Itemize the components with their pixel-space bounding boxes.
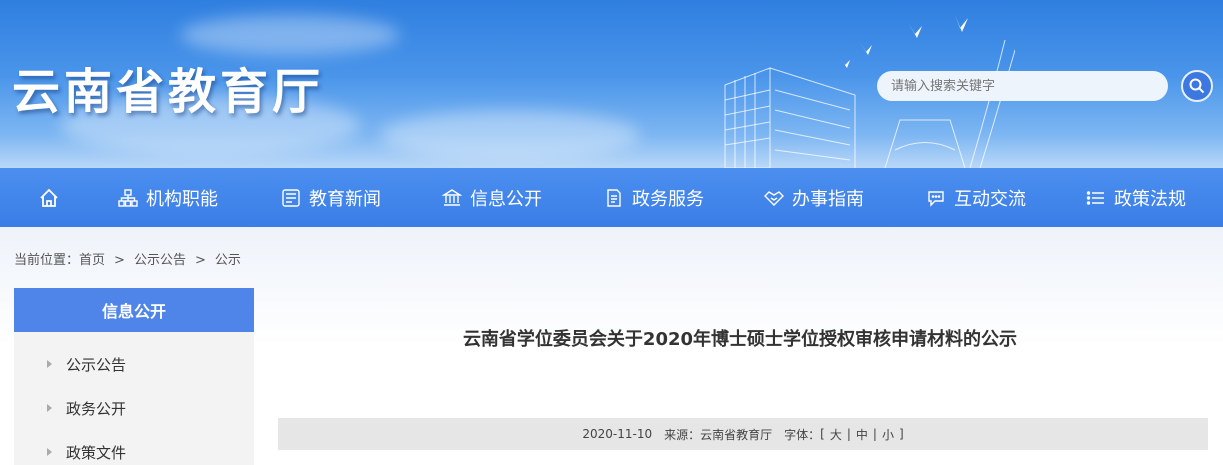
sidebar-menu: 公示公告 政务公开 政策文件 — [14, 332, 254, 465]
breadcrumb-current[interactable]: 公示 — [215, 253, 241, 268]
news-icon — [282, 188, 300, 207]
nav-item-service[interactable]: 政务服务 — [604, 168, 704, 227]
header-banner: 云南省教育厅 — [0, 0, 1223, 168]
search-button[interactable] — [1181, 70, 1213, 102]
article-title: 云南省学位委员会关于2020年博士硕士学位授权审核申请材料的公示 — [462, 329, 1018, 350]
search-icon — [1189, 78, 1205, 94]
source-label: 来源： — [664, 427, 701, 442]
nav-item-policy[interactable]: 政策法规 — [1086, 168, 1186, 227]
nav-item-label: 教育新闻 — [309, 188, 381, 210]
nav-item-label: 互动交流 — [954, 188, 1026, 210]
sidebar-item-label: 政策文件 — [66, 443, 127, 462]
chat-icon — [928, 190, 944, 207]
nav-item-label: 机构职能 — [146, 188, 218, 210]
main-nav: 机构职能 教育新闻 信息公开 政务服务 办事指南 互动交流 政策法规 — [0, 168, 1223, 227]
breadcrumb-separator: > — [114, 253, 125, 268]
cloud-decoration — [380, 110, 640, 160]
breadcrumb-notices[interactable]: 公示公告 — [134, 253, 186, 268]
search-input[interactable] — [877, 71, 1168, 101]
nav-item-org[interactable]: 机构职能 — [118, 168, 218, 227]
font-medium-button[interactable]: 中 — [851, 426, 873, 443]
caret-right-icon — [47, 404, 52, 412]
handshake-icon — [764, 190, 784, 206]
nav-item-info[interactable]: 信息公开 — [442, 168, 542, 227]
breadcrumb-separator: > — [194, 253, 206, 268]
sidebar-item-policy-docs[interactable]: 政策文件 — [14, 432, 254, 465]
nav-item-news[interactable]: 教育新闻 — [281, 168, 381, 227]
birds-decoration — [840, 15, 968, 68]
nav-item-label: 政策法规 — [1114, 188, 1186, 210]
nav-item-label: 办事指南 — [792, 188, 864, 210]
caret-right-icon — [47, 448, 52, 456]
article-date: 2020-11-10 — [582, 427, 653, 441]
sidebar-item-label: 政务公开 — [66, 399, 127, 418]
home-icon[interactable] — [38, 187, 60, 209]
sidebar-item-notices[interactable]: 公示公告 — [14, 344, 254, 384]
font-bracket-close: ] — [898, 427, 904, 441]
nav-item-guide[interactable]: 办事指南 — [764, 168, 864, 227]
document-icon — [607, 188, 621, 207]
font-small-button[interactable]: 小 — [877, 426, 899, 443]
building-icon — [442, 188, 462, 206]
font-size-label: 字体： — [784, 427, 821, 442]
sidebar-item-affairs[interactable]: 政务公开 — [14, 388, 254, 428]
nav-item-label: 信息公开 — [470, 188, 542, 210]
breadcrumb-home[interactable]: 首页 — [79, 253, 105, 268]
nav-item-interact[interactable]: 互动交流 — [926, 168, 1026, 227]
site-title: 云南省教育厅 — [12, 64, 325, 120]
nav-item-label: 政务服务 — [632, 188, 704, 210]
article-source: 云南省教育厅 — [700, 427, 773, 442]
article-meta-bar: 2020-11-10 来源： 云南省教育厅 字体： [ 大 | 中 | 小 ] — [278, 418, 1208, 450]
breadcrumb: 当前位置：首页 > 公示公告 > 公示 — [14, 249, 241, 268]
sidebar-item-label: 公示公告 — [66, 355, 127, 374]
org-chart-icon — [118, 188, 138, 207]
cloud-decoration — [180, 15, 400, 55]
list-icon — [1086, 190, 1104, 205]
sidebar-title: 信息公开 — [14, 288, 254, 332]
font-large-button[interactable]: 大 — [825, 426, 847, 443]
caret-right-icon — [47, 360, 52, 368]
breadcrumb-prefix: 当前位置： — [14, 253, 80, 268]
